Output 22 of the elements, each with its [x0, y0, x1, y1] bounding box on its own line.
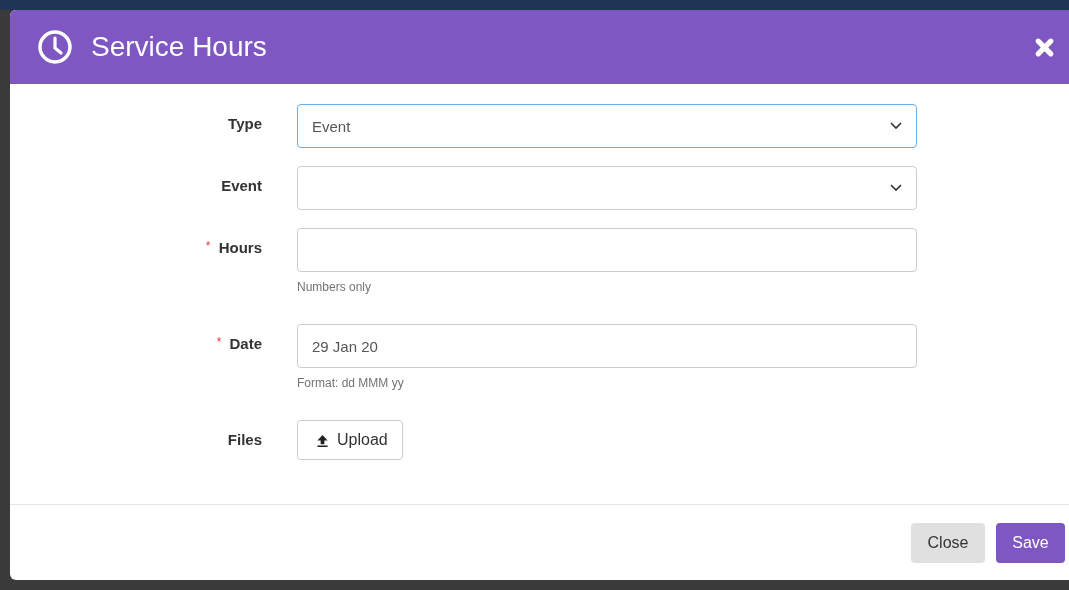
field-label: Files — [227, 431, 262, 448]
close-icon[interactable] — [1034, 36, 1055, 58]
field-label: Event — [221, 177, 262, 194]
input-field[interactable]: 29 Jan 20 — [297, 324, 917, 368]
dialog-title: Service Hours — [91, 31, 267, 63]
field-label: Type — [228, 115, 262, 132]
chevron-down-icon — [890, 184, 902, 192]
dropdown-field[interactable]: Event — [297, 104, 917, 148]
dropdown-field[interactable] — [297, 166, 917, 210]
field-label: Date — [229, 335, 262, 352]
close-button[interactable]: Close — [911, 522, 985, 563]
required-mark: * — [216, 335, 222, 349]
input-field[interactable] — [297, 228, 917, 272]
chevron-down-icon — [890, 122, 902, 130]
field-label: Hours — [218, 239, 262, 256]
help-text: Format: dd MMM yy — [297, 376, 405, 390]
save-button[interactable]: Save — [996, 522, 1065, 563]
upload-button[interactable]: Upload — [297, 420, 403, 460]
upload-icon — [316, 433, 329, 447]
required-mark: * — [205, 239, 211, 253]
help-text: Numbers only — [297, 280, 373, 294]
clock-icon — [37, 29, 73, 65]
